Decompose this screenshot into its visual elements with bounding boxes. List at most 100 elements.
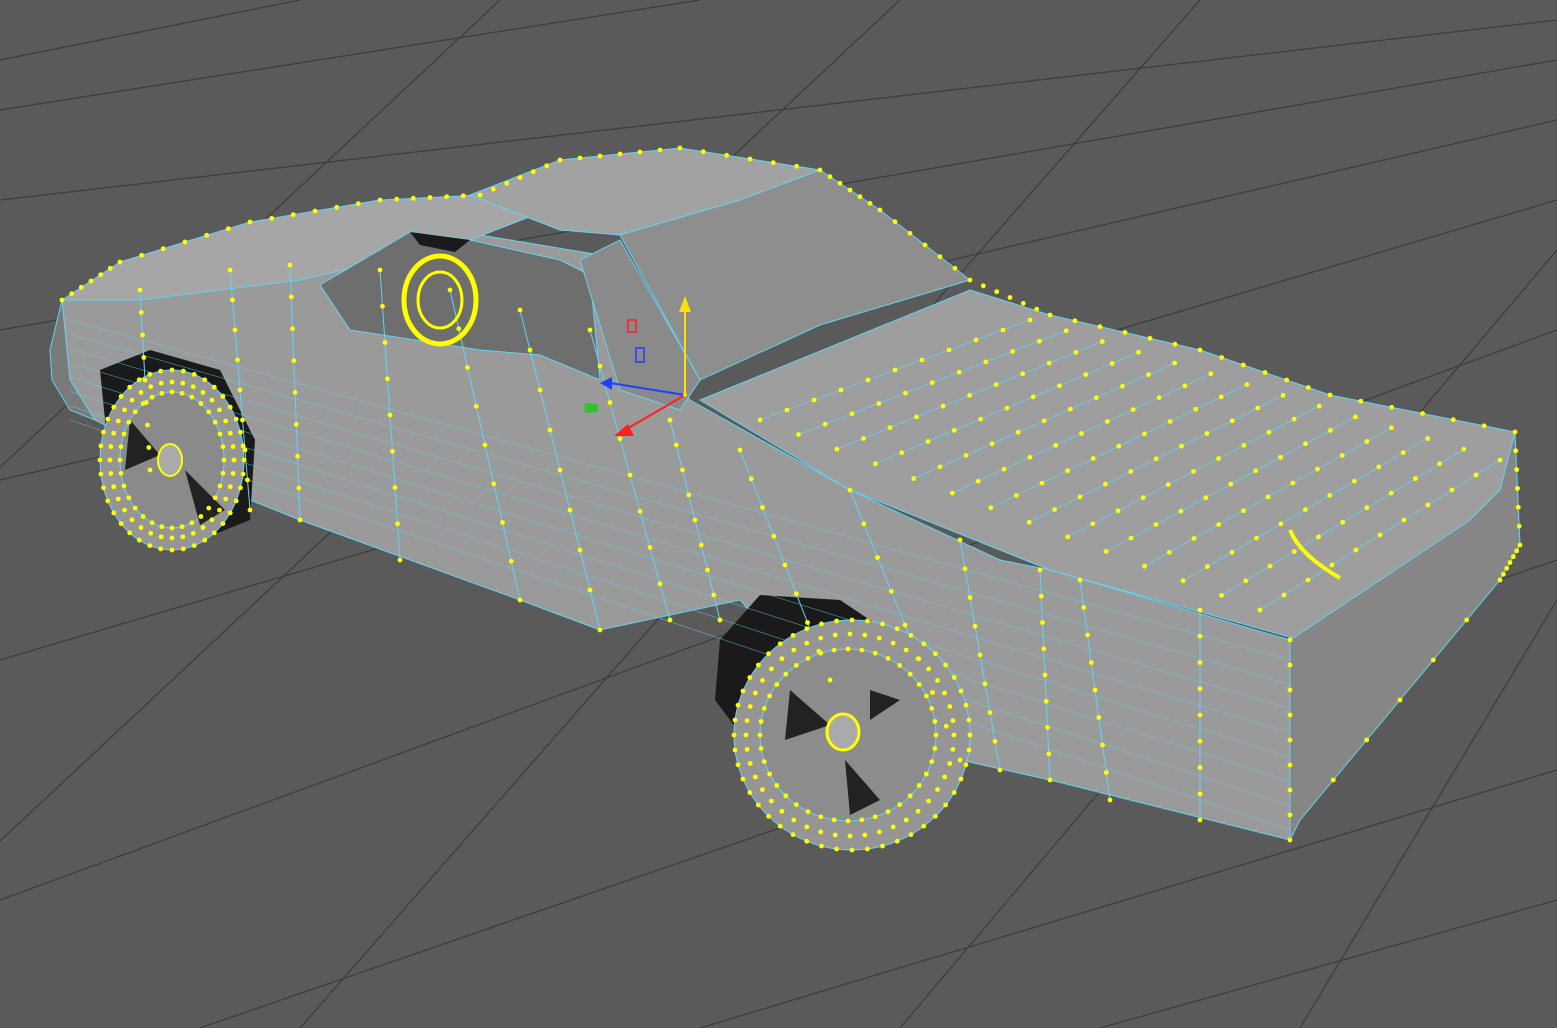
vertex[interactable] <box>1255 405 1261 411</box>
vertex[interactable] <box>118 444 124 450</box>
vertex[interactable] <box>1500 571 1506 577</box>
vertex[interactable] <box>1280 393 1286 398</box>
vertex[interactable] <box>827 174 833 180</box>
vertex[interactable] <box>1046 751 1052 757</box>
vertex[interactable] <box>577 155 583 161</box>
vertex[interactable] <box>892 367 898 373</box>
viewport-canvas[interactable] <box>0 0 1557 1028</box>
vertex[interactable] <box>902 622 908 628</box>
vertex[interactable] <box>160 246 166 252</box>
vertex[interactable] <box>831 647 837 653</box>
vertex[interactable] <box>897 663 903 668</box>
vertex[interactable] <box>737 447 743 453</box>
vertex[interactable] <box>225 226 231 232</box>
vertex[interactable] <box>872 650 878 656</box>
vertex[interactable] <box>127 384 133 390</box>
vertex[interactable] <box>101 429 106 435</box>
vertex[interactable] <box>1287 787 1293 793</box>
vertex[interactable] <box>291 358 297 363</box>
vertex[interactable] <box>180 546 186 552</box>
vertex[interactable] <box>138 390 144 395</box>
vertex[interactable] <box>1517 542 1523 548</box>
vertex[interactable] <box>1178 508 1184 514</box>
vertex[interactable] <box>1020 371 1026 377</box>
vertex[interactable] <box>777 641 783 647</box>
vertex[interactable] <box>937 464 943 470</box>
vertex[interactable] <box>136 377 142 383</box>
vertex[interactable] <box>1142 563 1147 569</box>
vertex[interactable] <box>147 372 153 377</box>
vertex[interactable] <box>380 303 385 309</box>
vertex[interactable] <box>937 254 943 260</box>
vertex[interactable] <box>804 838 810 844</box>
vertex[interactable] <box>537 387 543 393</box>
vertex[interactable] <box>903 390 908 396</box>
vertex[interactable] <box>1197 791 1203 797</box>
vertex[interactable] <box>221 457 227 463</box>
vertex[interactable] <box>69 291 75 297</box>
vertex[interactable] <box>1401 517 1407 523</box>
vertex[interactable] <box>818 650 824 656</box>
vertex[interactable] <box>1052 507 1057 512</box>
vertex[interactable] <box>211 384 217 390</box>
vertex[interactable] <box>767 693 772 699</box>
vertex[interactable] <box>735 702 741 708</box>
vertex[interactable] <box>1034 306 1040 312</box>
vertex[interactable] <box>1109 361 1115 366</box>
vertex[interactable] <box>217 483 223 489</box>
vertex[interactable] <box>1004 405 1010 411</box>
vertex[interactable] <box>1340 519 1346 525</box>
vertex[interactable] <box>290 212 296 218</box>
vertex[interactable] <box>747 790 753 795</box>
vertex[interactable] <box>943 723 949 729</box>
vertex[interactable] <box>761 706 767 711</box>
vertex[interactable] <box>885 809 891 814</box>
vertex[interactable] <box>1115 508 1121 514</box>
vertex[interactable] <box>227 510 233 516</box>
vertex[interactable] <box>269 215 275 221</box>
vertex[interactable] <box>1229 418 1235 424</box>
vertex[interactable] <box>206 409 212 415</box>
vertex[interactable] <box>139 252 145 258</box>
vertex[interactable] <box>240 443 246 449</box>
vertex[interactable] <box>887 425 893 431</box>
vertex[interactable] <box>118 394 124 399</box>
vertex[interactable] <box>819 843 824 849</box>
vertex[interactable] <box>1481 423 1487 429</box>
vertex[interactable] <box>958 776 964 782</box>
vertex[interactable] <box>118 521 124 526</box>
vertex[interactable] <box>138 310 144 315</box>
vertex[interactable] <box>1240 362 1246 368</box>
vertex[interactable] <box>705 567 710 573</box>
vertex[interactable] <box>924 771 929 777</box>
vertex[interactable] <box>740 688 746 694</box>
vertex[interactable] <box>804 824 810 830</box>
vertex[interactable] <box>1092 687 1098 693</box>
vertex[interactable] <box>121 483 127 489</box>
vertex[interactable] <box>1147 335 1153 341</box>
vertex[interactable] <box>1105 419 1110 424</box>
vertex[interactable] <box>756 802 761 808</box>
vertex[interactable] <box>890 640 896 646</box>
vertex[interactable] <box>967 732 973 738</box>
vertex[interactable] <box>1172 341 1178 347</box>
vertex[interactable] <box>947 761 953 766</box>
vertex[interactable] <box>963 762 969 768</box>
vertex[interactable] <box>757 732 763 738</box>
vertex[interactable] <box>517 307 523 313</box>
vertex[interactable] <box>845 818 851 824</box>
vertex[interactable] <box>105 498 111 504</box>
vertex[interactable] <box>387 412 393 418</box>
vertex[interactable] <box>1146 372 1151 377</box>
vertex[interactable] <box>169 379 175 385</box>
vertex[interactable] <box>202 537 208 543</box>
vertex[interactable] <box>1057 383 1062 389</box>
vertex[interactable] <box>129 397 135 403</box>
vertex[interactable] <box>1197 738 1203 744</box>
vertex[interactable] <box>597 363 603 369</box>
vertex[interactable] <box>747 156 753 162</box>
vertex[interactable] <box>1449 487 1455 493</box>
vertex[interactable] <box>794 163 800 169</box>
vertex[interactable] <box>876 401 882 406</box>
vertex[interactable] <box>1208 371 1214 377</box>
